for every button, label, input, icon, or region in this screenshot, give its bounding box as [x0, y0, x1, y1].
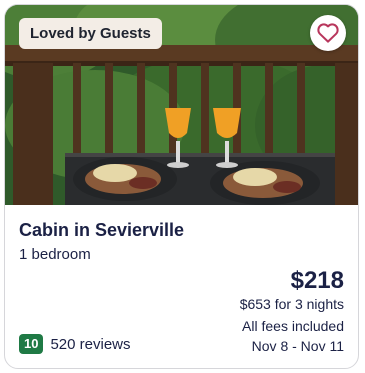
loved-by-guests-badge: Loved by Guests [19, 18, 162, 49]
heart-icon [317, 23, 339, 43]
stay-dates: Nov 8 - Nov 11 [251, 338, 344, 354]
rating-score-badge: 10 [19, 334, 44, 354]
review-count: 520 reviews [50, 335, 131, 353]
listing-title[interactable]: Cabin in Sevierville [19, 220, 184, 241]
total-price: $653 for 3 nights [239, 296, 344, 312]
fees-note: All fees included [242, 318, 344, 334]
listing-bedrooms: 1 bedroom [19, 246, 91, 263]
nightly-price: $218 [290, 267, 344, 294]
favorite-button[interactable] [310, 15, 346, 51]
listing-card[interactable]: Loved by Guests Cabin in Sevierville 1 b… [4, 4, 359, 369]
listing-photo[interactable]: Loved by Guests [5, 5, 358, 205]
rating-summary: 10 520 reviews [19, 334, 131, 354]
